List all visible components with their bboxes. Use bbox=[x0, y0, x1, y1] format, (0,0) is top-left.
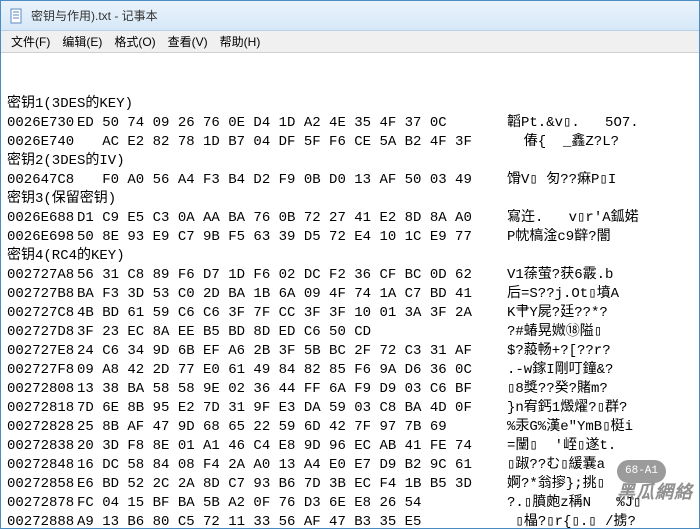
addr: 00272878 bbox=[7, 494, 77, 513]
text-content[interactable]: 密钥1(3DES的KEY)0026E730ED 50 74 09 26 76 0… bbox=[1, 53, 699, 528]
menu-format[interactable]: 格式(O) bbox=[108, 31, 161, 52]
hex-bytes: E6 BD 52 2C 2A 8D C7 93 B6 7D 3B EC F4 1… bbox=[77, 475, 507, 494]
addr: 002727C8 bbox=[7, 304, 77, 323]
addr: 0026E740 bbox=[7, 133, 77, 152]
hex-row: 002727F809 A8 42 2D 77 E0 61 49 84 82 85… bbox=[7, 361, 693, 380]
hex-bytes: ED 50 74 09 26 76 0E D4 1D A2 4E 35 4F 3… bbox=[77, 114, 507, 133]
hex-row: 0027284816 DC 58 84 08 F4 2A A0 13 A4 E0… bbox=[7, 456, 693, 475]
addr: 00272808 bbox=[7, 380, 77, 399]
menu-file[interactable]: 文件(F) bbox=[5, 31, 56, 52]
hex-row: 002727E824 C6 34 9D 6B EF A6 2B 3F 5B BC… bbox=[7, 342, 693, 361]
hex-bytes: 25 8B AF 47 9D 68 65 22 59 6D 42 7F 97 7… bbox=[77, 418, 507, 437]
hex-row: 0026E730ED 50 74 09 26 76 0E D4 1D A2 4E… bbox=[7, 114, 693, 133]
addr: 00272828 bbox=[7, 418, 77, 437]
hex-bytes: 4B BD 61 59 C6 C6 3F 7F CC 3F 3F 10 01 3… bbox=[77, 304, 507, 323]
ascii: 韜Pt.&v▯. 5O7. bbox=[507, 114, 693, 133]
section-header: 密钥4(RC4的KEY) bbox=[7, 247, 693, 266]
hex-row: 0026E69850 8E 93 E9 C7 9B F5 63 39 D5 72… bbox=[7, 228, 693, 247]
hex-bytes: 24 C6 34 9D 6B EF A6 2B 3F 5B BC 2F 72 C… bbox=[77, 342, 507, 361]
hex-row: 002727B8BA F3 3D 53 C0 2D BA 1B 6A 09 4F… bbox=[7, 285, 693, 304]
addr: 002727A8 bbox=[7, 266, 77, 285]
hex-row: 0026E688D1 C9 E5 C3 0A AA BA 76 0B 72 27… bbox=[7, 209, 693, 228]
hex-row: 002727C84B BD 61 59 C6 C6 3F 7F CC 3F 3F… bbox=[7, 304, 693, 323]
window-titlebar: 密钥与作用).txt - 记事本 bbox=[1, 1, 699, 31]
addr: 002727F8 bbox=[7, 361, 77, 380]
hex-bytes: 09 A8 42 2D 77 E0 61 49 84 82 85 F6 9A D… bbox=[77, 361, 507, 380]
section-header: 密钥1(3DES的KEY) bbox=[7, 95, 693, 114]
window-title: 密钥与作用).txt - 记事本 bbox=[31, 7, 158, 24]
hex-row: 002728187D 6E 8B 95 E2 7D 31 9F E3 DA 59… bbox=[7, 399, 693, 418]
section-header: 密钥2(3DES的IV) bbox=[7, 152, 693, 171]
hex-bytes: 3F 23 EC 8A EE B5 BD 8D ED C6 50 CD bbox=[77, 323, 507, 342]
hex-row: 002727D83F 23 EC 8A EE B5 BD 8D ED C6 50… bbox=[7, 323, 693, 342]
hex-bytes: F0 A0 56 A4 F3 B4 D2 F9 0B D0 13 AF 50 0… bbox=[77, 171, 507, 190]
addr: 002647C8 bbox=[7, 171, 77, 190]
hex-bytes: 50 8E 93 E9 C7 9B F5 63 39 D5 72 E4 10 1… bbox=[77, 228, 507, 247]
ascii: 婀?*翁摉};挑▯ bbox=[507, 475, 693, 494]
ascii: ▯橸?▯r{▯.▯ /掳? bbox=[507, 513, 693, 528]
ascii: 馉V▯ 匇??痳P▯I bbox=[507, 171, 693, 190]
ascii: 后=S??j.Ot▯墳A bbox=[507, 285, 693, 304]
ascii: ▯踧??む▯緩嚢a bbox=[507, 456, 693, 475]
section-header: 密钥3(保留密钥) bbox=[7, 190, 693, 209]
addr: 0026E698 bbox=[7, 228, 77, 247]
ascii: =闉▯ '峌▯遂t. bbox=[507, 437, 693, 456]
addr: 00272818 bbox=[7, 399, 77, 418]
addr: 0026E688 bbox=[7, 209, 77, 228]
notepad-icon bbox=[9, 8, 25, 24]
hex-bytes: 56 31 C8 89 F6 D7 1D F6 02 DC F2 36 CF B… bbox=[77, 266, 507, 285]
ascii: 寫迕. v▯r'A鈲婼 bbox=[507, 209, 693, 228]
hex-row: 0027280813 38 BA 58 58 9E 02 36 44 FF 6A… bbox=[7, 380, 693, 399]
hex-bytes: 7D 6E 8B 95 E2 7D 31 9F E3 DA 59 03 C8 B… bbox=[77, 399, 507, 418]
addr: 002727D8 bbox=[7, 323, 77, 342]
ascii: V1蒣萤?获6霰.b bbox=[507, 266, 693, 285]
hex-row: 0027282825 8B AF 47 9D 68 65 22 59 6D 42… bbox=[7, 418, 693, 437]
addr: 00272838 bbox=[7, 437, 77, 456]
ascii: }n宥鈣1燬燿?▯群? bbox=[507, 399, 693, 418]
addr: 00272848 bbox=[7, 456, 77, 475]
hex-bytes: BA F3 3D 53 C0 2D BA 1B 6A 09 4F 74 1A C… bbox=[77, 285, 507, 304]
hex-row: 002647C8 F0 A0 56 A4 F3 B4 D2 F9 0B D0 1… bbox=[7, 171, 693, 190]
hex-row: 002727A856 31 C8 89 F6 D7 1D F6 02 DC F2… bbox=[7, 266, 693, 285]
hex-bytes: 16 DC 58 84 08 F4 2A A0 13 A4 E0 E7 D9 B… bbox=[77, 456, 507, 475]
hex-bytes: 13 38 BA 58 58 9E 02 36 44 FF 6A F9 D9 0… bbox=[77, 380, 507, 399]
hex-row: 0026E740 AC E2 82 78 1D B7 04 DF 5F F6 C… bbox=[7, 133, 693, 152]
ascii: ?#蝽晃媺⑱隘▯ bbox=[507, 323, 693, 342]
addr: 002727B8 bbox=[7, 285, 77, 304]
hex-row: 0027283820 3D F8 8E 01 A1 46 C4 E8 9D 96… bbox=[7, 437, 693, 456]
menu-edit[interactable]: 编辑(E) bbox=[56, 31, 108, 52]
ascii: %汞G%漢e"YmB▯梃i bbox=[507, 418, 693, 437]
hex-bytes: D1 C9 E5 C3 0A AA BA 76 0B 72 27 41 E2 8… bbox=[77, 209, 507, 228]
menu-help[interactable]: 帮助(H) bbox=[214, 31, 267, 52]
ascii: ?.▯膹皰z稱N %J▯ bbox=[507, 494, 693, 513]
hex-row: 00272858E6 BD 52 2C 2A 8D C7 93 B6 7D 3B… bbox=[7, 475, 693, 494]
addr: 0026E730 bbox=[7, 114, 77, 133]
hex-bytes: FC 04 15 BF BA 5B A2 0F 76 D3 6E E8 26 5… bbox=[77, 494, 507, 513]
hex-bytes: AC E2 82 78 1D B7 04 DF 5F F6 CE 5A B2 4… bbox=[77, 133, 507, 152]
addr: 00272858 bbox=[7, 475, 77, 494]
addr: 002727E8 bbox=[7, 342, 77, 361]
hex-row: 00272878FC 04 15 BF BA 5B A2 0F 76 D3 6E… bbox=[7, 494, 693, 513]
ascii: .-w鎵I剛叮鐘&? bbox=[507, 361, 693, 380]
menubar: 文件(F) 编辑(E) 格式(O) 查看(V) 帮助(H) bbox=[1, 31, 699, 53]
ascii: 偆{ _鑫Z?L? bbox=[507, 133, 693, 152]
ascii: ▯8獎??癸?賭m? bbox=[507, 380, 693, 399]
hex-row: 00272888A9 13 B6 80 C5 72 11 33 56 AF 47… bbox=[7, 513, 693, 528]
addr: 00272888 bbox=[7, 513, 77, 528]
ascii: P帎槁淦c9辥?闇 bbox=[507, 228, 693, 247]
hex-bytes: 20 3D F8 8E 01 A1 46 C4 E8 9D 96 EC AB 4… bbox=[77, 437, 507, 456]
ascii: $?蔱畅+?[??r? bbox=[507, 342, 693, 361]
hex-bytes: A9 13 B6 80 C5 72 11 33 56 AF 47 B3 35 E… bbox=[77, 513, 507, 528]
menu-view[interactable]: 查看(V) bbox=[162, 31, 214, 52]
ascii: K肀Y屍?廷??*? bbox=[507, 304, 693, 323]
